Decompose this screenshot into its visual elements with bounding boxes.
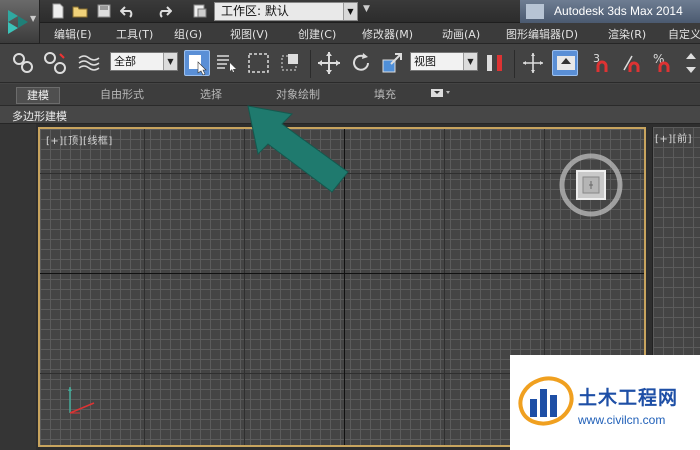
watermark-url: www.civilcn.com <box>578 413 666 427</box>
new-file-icon[interactable] <box>50 3 66 19</box>
chevron-down-icon: ▼ <box>30 14 37 23</box>
viewcube-icon[interactable] <box>558 152 624 218</box>
grid-major-line <box>144 129 145 445</box>
viewport-label[interactable]: [+][顶][线框] <box>46 132 113 147</box>
undo-icon[interactable] <box>119 3 136 19</box>
window-title: Autodesk 3ds Max 2014 <box>520 0 700 23</box>
pivot-icon[interactable] <box>482 50 508 76</box>
menu-animation[interactable]: 动画(A) <box>442 26 480 42</box>
menu-views[interactable]: 视图(V) <box>230 26 268 42</box>
open-folder-icon[interactable] <box>72 3 88 19</box>
toolbar-separator <box>310 50 311 78</box>
save-icon[interactable] <box>96 3 112 19</box>
unlink-icon[interactable] <box>42 50 68 76</box>
manipulate-icon[interactable] <box>520 50 546 76</box>
app-name: Autodesk 3ds Max 2014 <box>554 4 683 18</box>
project-folder-icon[interactable] <box>192 3 208 19</box>
selection-filter-value: 全部 <box>114 55 136 68</box>
menu-modifiers[interactable]: 修改器(M) <box>362 26 413 42</box>
percent-snap-icon[interactable]: % <box>650 50 676 76</box>
reference-coord-value: 视图 <box>414 55 436 68</box>
tab-freeform[interactable]: 自由形式 <box>100 87 144 104</box>
redo-icon[interactable] <box>156 3 173 19</box>
annotation-arrow-icon <box>240 100 360 200</box>
polygon-modeling-label[interactable]: 多边形建模 <box>12 108 67 124</box>
rotate-icon[interactable] <box>348 50 374 76</box>
ribbon-options-icon[interactable] <box>430 87 454 104</box>
3dsmax-logo-icon <box>8 10 28 34</box>
rectangle-selection-icon[interactable] <box>246 50 272 76</box>
grid-major-line <box>444 129 445 445</box>
tab-selection[interactable]: 选择 <box>200 87 222 104</box>
workspace-label: 工作区: 默认 <box>221 4 289 18</box>
watermark-title: 土木工程网 <box>578 387 679 409</box>
menu-edit[interactable]: 编辑(E) <box>54 26 92 42</box>
axis-tripod-icon <box>64 379 104 419</box>
menu-graph-editors[interactable]: 图形编辑器(D) <box>506 26 578 42</box>
workspace-dropdown[interactable]: 工作区: 默认 ▼ <box>214 2 358 21</box>
civilcn-logo-icon <box>518 376 574 426</box>
bind-space-warp-icon[interactable] <box>76 50 102 76</box>
chevron-down-icon: ▼ <box>343 3 357 20</box>
move-icon[interactable] <box>316 50 342 76</box>
snap-toggle-icon[interactable]: 3 <box>590 50 616 76</box>
application-button[interactable]: ▼ <box>0 0 40 44</box>
titlebar-grip-icon <box>526 4 544 19</box>
tab-modeling[interactable]: 建模 <box>16 87 60 104</box>
menu-rendering[interactable]: 渲染(R) <box>608 26 646 42</box>
menu-group[interactable]: 组(G) <box>174 26 202 42</box>
scale-icon[interactable] <box>380 50 406 76</box>
main-toolbar: 全部 ▼ 视图 ▼ 3 % <box>0 44 700 83</box>
tab-populate[interactable]: 填充 <box>374 87 396 104</box>
keyboard-shortcut-icon[interactable] <box>552 50 578 76</box>
qa-customize-icon[interactable]: ▼ <box>363 4 379 20</box>
select-object-icon[interactable] <box>184 50 210 76</box>
select-by-name-icon[interactable] <box>214 50 240 76</box>
viewport-label[interactable]: [+][前] <box>655 130 692 145</box>
link-icon[interactable] <box>10 50 36 76</box>
angle-snap-icon[interactable] <box>620 50 646 76</box>
spinner-snap-icon[interactable] <box>678 50 698 76</box>
chevron-down-icon: ▼ <box>463 53 477 70</box>
chevron-down-icon: ▼ <box>163 53 177 70</box>
menu-tools[interactable]: 工具(T) <box>116 26 153 42</box>
viewport-left-margin <box>0 124 36 450</box>
menu-customize[interactable]: 自定义 <box>668 26 700 42</box>
menu-bar: 编辑(E) 工具(T) 组(G) 视图(V) 创建(C) 修改器(M) 动画(A… <box>40 23 700 44</box>
menu-create[interactable]: 创建(C) <box>298 26 336 42</box>
watermark: 土木工程网 www.civilcn.com <box>510 355 700 450</box>
selection-filter-dropdown[interactable]: 全部 ▼ <box>110 52 178 71</box>
title-bar: 工作区: 默认 ▼ ▼ Autodesk 3ds Max 2014 <box>0 0 700 23</box>
reference-coord-dropdown[interactable]: 视图 ▼ <box>410 52 478 71</box>
window-crossing-icon[interactable] <box>278 50 304 76</box>
toolbar-separator <box>514 50 515 78</box>
grid-axis-horizontal <box>40 273 644 274</box>
